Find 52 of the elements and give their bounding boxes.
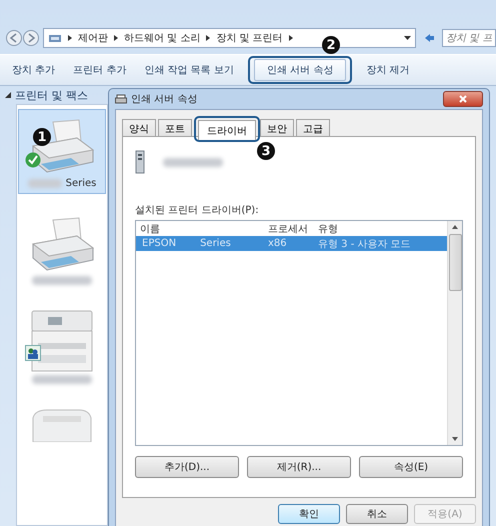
blurred-label: [32, 375, 92, 384]
dialog-button[interactable]: 확인: [278, 504, 340, 524]
dropdown-arrow-icon[interactable]: [404, 35, 411, 41]
action-button[interactable]: 속성(E): [359, 456, 463, 478]
action-button[interactable]: 추가(D)...: [135, 456, 239, 478]
table-cell-text: EPSON: [141, 238, 176, 249]
dialog-title: 인쇄 서버 속성: [131, 93, 198, 106]
drivers-label: 설치된 프린터 드라이버(P):: [135, 204, 260, 217]
blurred-server-name: [163, 158, 223, 166]
scroll-down-icon[interactable]: [452, 436, 458, 442]
blurred-label: [32, 276, 92, 285]
scrollbar[interactable]: [447, 221, 462, 445]
column-header[interactable]: 유형: [316, 222, 445, 236]
chevron-icon: [205, 34, 212, 42]
toolbar-button[interactable]: 프린터 추가: [69, 59, 130, 81]
dialog-button[interactable]: 취소: [346, 504, 408, 524]
toolbar-button[interactable]: 인쇄 서버 속성: [254, 59, 346, 81]
close-icon: [459, 95, 467, 103]
table-cell-text: x86: [267, 238, 288, 249]
breadcrumb-item[interactable]: 장치 및 프린터: [216, 31, 283, 45]
toolbar-button[interactable]: 인쇄 작업 목록 보기: [140, 59, 238, 81]
toolbar-button[interactable]: 장치 제거: [362, 59, 414, 81]
server-icon: [135, 150, 145, 174]
forward-button-icon[interactable]: [23, 30, 39, 46]
device-label: Series: [66, 178, 96, 189]
chevron-icon: [288, 34, 294, 42]
tab[interactable]: 포트: [158, 119, 192, 136]
printer-icon: [115, 93, 127, 105]
tab[interactable]: 보안: [260, 119, 294, 136]
column-header[interactable]: 이름: [138, 222, 266, 236]
scroll-up-icon[interactable]: [452, 224, 458, 230]
breadcrumb-item[interactable]: 하드웨어 및 소리: [124, 31, 200, 45]
chevron-icon: [67, 34, 73, 42]
drivers-list[interactable]: 이름 프로세서 유형 EPSON Series x86 유형 3 - 사용자 모드: [135, 220, 463, 446]
tab[interactable]: 드라이버: [198, 120, 256, 140]
column-header[interactable]: 프로세서: [266, 222, 316, 236]
section-header[interactable]: 프린터 및 팩스: [15, 88, 88, 102]
breadcrumb-item[interactable]: 제어판: [78, 31, 108, 45]
table-cell-text: Series: [199, 238, 231, 249]
chevron-icon: [113, 34, 119, 42]
expand-arrow-icon: [4, 91, 12, 99]
callout-number: 2: [322, 36, 340, 54]
table-cell-text: 유형 3 - 사용자 모드: [317, 238, 412, 250]
action-button[interactable]: 제거(R)...: [247, 456, 351, 478]
toolbar-button[interactable]: 장치 추가: [8, 59, 60, 81]
tab[interactable]: 양식: [122, 119, 156, 136]
blurred-label: [28, 179, 62, 188]
close-button[interactable]: [443, 91, 483, 107]
control-panel-icon: [48, 32, 62, 44]
tab[interactable]: 고급: [296, 119, 330, 136]
back-button-icon[interactable]: [6, 30, 22, 46]
scroll-thumb[interactable]: [448, 234, 462, 291]
